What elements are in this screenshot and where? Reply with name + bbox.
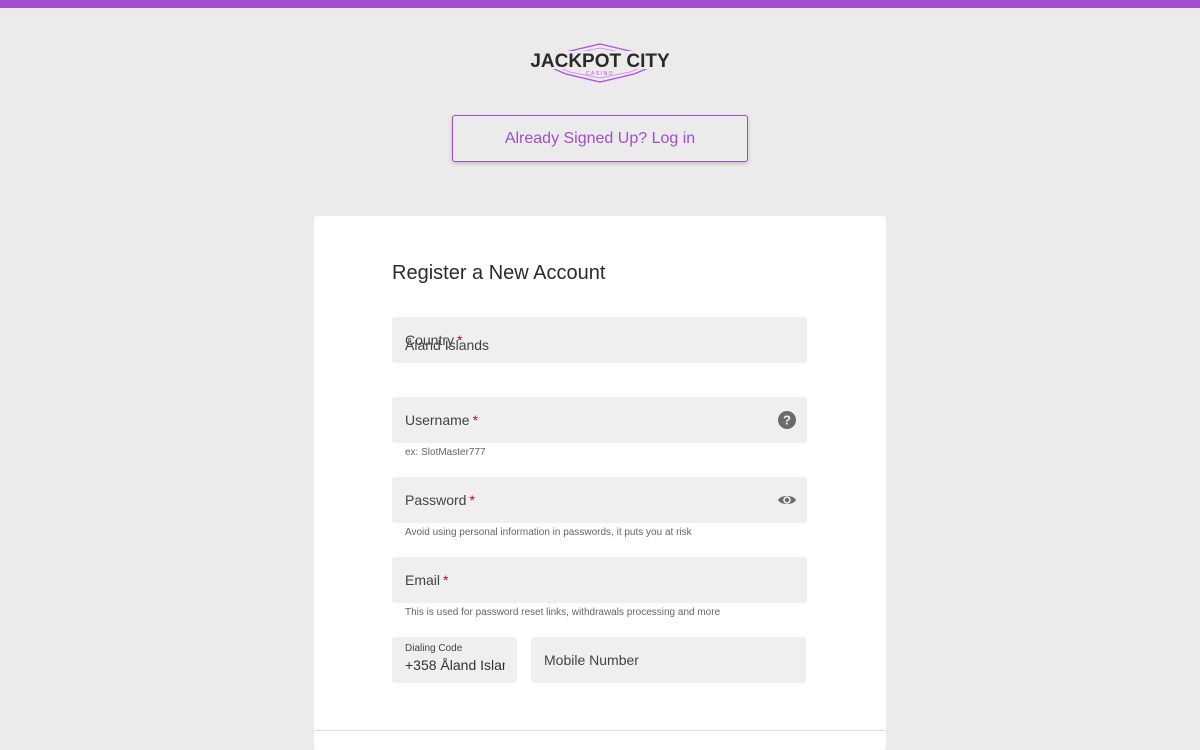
mobile-number-label: Mobile Number bbox=[544, 652, 639, 668]
register-card: Register a New Account Country * Åland Is… bbox=[314, 216, 886, 750]
card-divider bbox=[314, 730, 886, 731]
dialing-code-value: +358 Åland Islands bbox=[405, 657, 505, 673]
password-label: Password * bbox=[405, 492, 475, 508]
mobile-number-field[interactable]: Mobile Number bbox=[531, 637, 806, 683]
username-field[interactable]: Username * ? bbox=[392, 397, 807, 443]
svg-text:?: ? bbox=[783, 413, 791, 428]
password-hint: Avoid using personal information in pass… bbox=[405, 527, 692, 538]
jackpot-city-logo: JACKPOT CITY CASINO bbox=[530, 43, 670, 83]
username-hint: ex: SlotMaster777 bbox=[405, 447, 486, 458]
country-value: Åland Islands bbox=[405, 337, 490, 353]
login-button[interactable]: Already Signed Up? Log in bbox=[452, 115, 748, 162]
country-select[interactable]: Country * Åland Islands bbox=[392, 317, 807, 363]
dialing-code-label: Dialing Code bbox=[405, 643, 463, 654]
email-label: Email * bbox=[405, 572, 449, 588]
username-label: Username * bbox=[405, 412, 479, 428]
eye-icon[interactable] bbox=[777, 490, 797, 510]
form-title: Register a New Account bbox=[392, 262, 606, 284]
top-accent-bar bbox=[0, 0, 1200, 8]
dialing-code-select[interactable]: Dialing Code +358 Åland Islands bbox=[392, 637, 517, 683]
email-field[interactable]: Email * bbox=[392, 557, 807, 603]
password-field[interactable]: Password * bbox=[392, 477, 807, 523]
brand-subtitle-text: CASINO bbox=[586, 71, 614, 77]
help-icon[interactable]: ? bbox=[777, 410, 797, 430]
email-hint: This is used for password reset links, w… bbox=[405, 607, 721, 618]
brand-name-text: JACKPOT CITY bbox=[530, 51, 670, 72]
